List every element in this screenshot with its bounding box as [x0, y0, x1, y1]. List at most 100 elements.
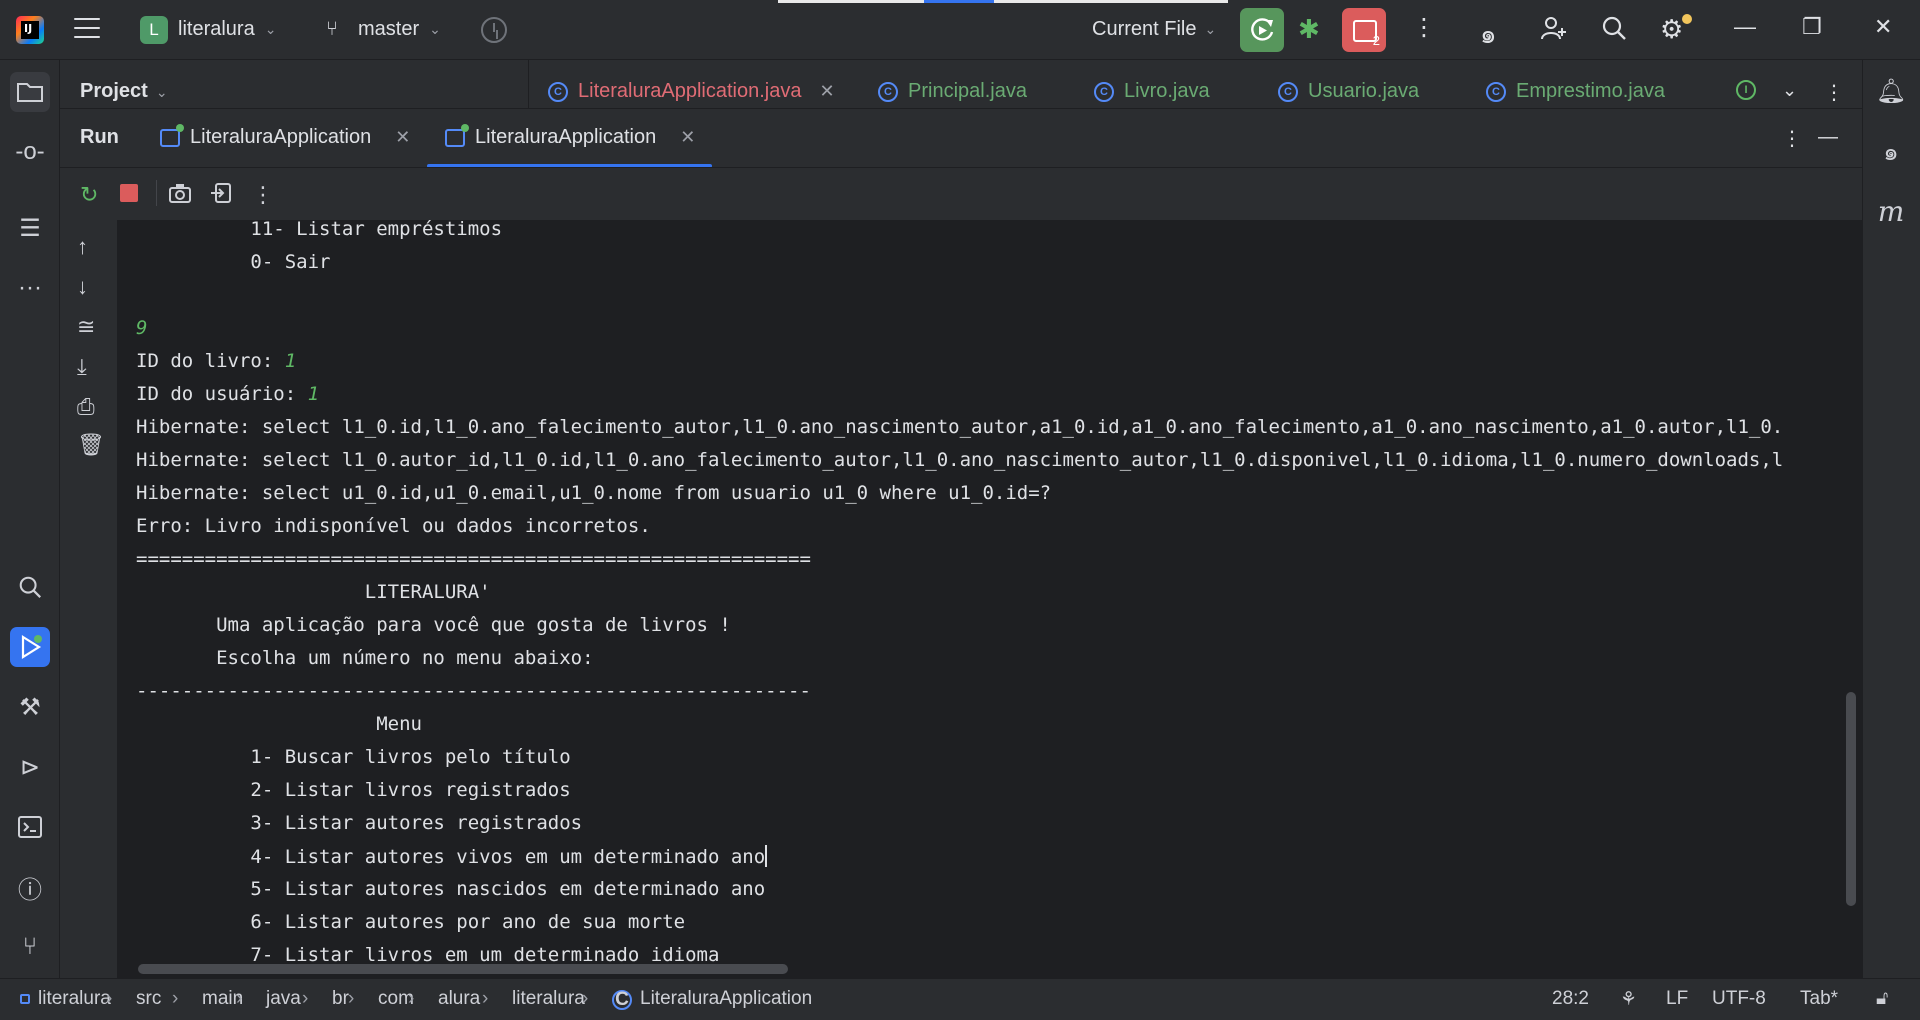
title-bar [0, 0, 1920, 60]
line-ending[interactable]: LF [1666, 988, 1688, 1010]
editor-tab[interactable]: C Livro.java [1094, 80, 1210, 103]
project-folder-icon[interactable] [10, 72, 50, 112]
class-icon: C [1278, 81, 1298, 102]
toolbar-divider [156, 180, 157, 206]
caret-position[interactable]: 28:2 [1552, 988, 1589, 1010]
services-icon[interactable]: ⊳ [10, 747, 50, 787]
add-user-icon[interactable] [1540, 14, 1568, 49]
indexing-tree-icon[interactable]: ⚘ [1620, 988, 1637, 1011]
breadcrumb-item[interactable]: LiteraluraApplication [640, 988, 812, 1010]
breadcrumb-item[interactable]: literalura [512, 988, 585, 1010]
console-text: Erro: Livro indisponível ou dados incorr… [136, 515, 651, 537]
problems-icon[interactable]: ⓘ [10, 867, 50, 907]
recent-history-icon[interactable] [481, 17, 507, 43]
stop-icon[interactable] [120, 184, 138, 202]
project-badge[interactable]: L [140, 16, 168, 44]
arrow-down-icon[interactable]: ↓ [77, 274, 88, 300]
stop-button[interactable]: 2 [1342, 8, 1386, 52]
indent-setting[interactable]: Tab* [1800, 988, 1838, 1010]
snapshot-icon [169, 184, 191, 203]
console-text: ID do livro: [136, 350, 285, 372]
build-hammer-icon[interactable]: ⚒ [10, 687, 50, 727]
run-tab[interactable]: LiteraluraApplication ✕ [160, 123, 410, 149]
vertical-scrollbar[interactable] [1846, 692, 1856, 906]
breadcrumb-item[interactable]: java [266, 988, 301, 1010]
breadcrumb-item[interactable]: literalura [38, 988, 111, 1010]
window-top-strip [778, 0, 1228, 3]
rerun-icon[interactable]: ↻ [80, 182, 98, 208]
interface-icon: I [1736, 80, 1756, 100]
chevron-down-icon: ⌄ [264, 21, 277, 37]
run-tool-icon[interactable] [10, 627, 50, 667]
console-text: Hibernate: select u1_0.id,u1_0.email,u1_… [136, 482, 1052, 504]
close-icon[interactable]: ✕ [395, 127, 410, 148]
chevron-down-icon: ⌄ [429, 21, 441, 37]
class-icon: C [612, 989, 632, 1010]
notifications-bell-icon[interactable]: 🔔︎ [1872, 72, 1910, 110]
console-line: Escolha um número no menu abaixo: [136, 647, 594, 669]
console-line: 6- Listar autores por ano de sua morte [136, 911, 685, 933]
structure-icon[interactable]: ☰ [10, 208, 50, 248]
run-configuration-selector[interactable]: Current File ⌄ [1092, 18, 1216, 41]
console-line: 9 [136, 317, 147, 339]
scroll-to-end-icon[interactable]: ⤓ [77, 354, 87, 380]
close-window-button[interactable]: ✕ [1874, 14, 1892, 40]
chevron-right-icon: › [106, 988, 113, 1009]
interface-tab-icon[interactable]: I [1736, 80, 1756, 100]
intellij-logo-icon[interactable]: IJ [16, 16, 44, 44]
magnifier-icon [19, 576, 42, 599]
project-switcher[interactable]: literalura ⌄ [178, 18, 276, 41]
console-more-icon[interactable]: ⋮ [252, 182, 274, 208]
close-icon[interactable]: ✕ [819, 81, 834, 102]
horizontal-scrollbar[interactable] [138, 964, 788, 974]
debug-icon[interactable]: ✱ [1298, 14, 1320, 45]
exit-icon[interactable] [210, 182, 232, 210]
print-icon[interactable]: ⎙ [77, 394, 95, 420]
breadcrumb-item[interactable]: alura [438, 988, 480, 1010]
breadcrumb-item[interactable]: src [136, 988, 161, 1010]
run-tab-active[interactable]: LiteraluraApplication ✕ [445, 123, 695, 149]
project-panel-title[interactable]: Project ⌄ [80, 80, 168, 103]
search-everywhere-icon[interactable] [10, 567, 50, 607]
soft-wrap-icon[interactable]: ≅ [77, 314, 95, 340]
close-icon[interactable]: ✕ [680, 127, 695, 148]
tabs-overflow-chevron-icon[interactable]: ⌄ [1782, 80, 1797, 101]
commit-icon[interactable]: -o- [10, 132, 50, 172]
run-panel-minimize-icon[interactable]: — [1818, 126, 1838, 149]
trash-icon[interactable]: 🗑︎ [77, 432, 105, 458]
editor-tab[interactable]: C Usuario.java [1278, 80, 1419, 103]
maven-icon[interactable]: m [1872, 192, 1910, 230]
minimize-window-button[interactable]: — [1734, 14, 1756, 40]
editor-tab[interactable]: C LiteraluraApplication.java ✕ [548, 80, 835, 103]
run-panel-title: Run [80, 126, 119, 148]
run-panel-more-icon[interactable]: ⋮ [1782, 126, 1802, 151]
ai-assistant-icon[interactable]: ๑ [1480, 14, 1497, 55]
main-menu-icon[interactable] [74, 18, 100, 40]
file-encoding[interactable]: UTF-8 [1712, 988, 1766, 1010]
text-caret [765, 845, 768, 867]
console-text: Hibernate: select l1_0.autor_id,l1_0.id,… [136, 449, 1784, 471]
magnifier-icon [1602, 16, 1626, 40]
module-icon [20, 994, 30, 1004]
editor-tab[interactable]: C Emprestimo.java [1486, 80, 1665, 103]
search-icon[interactable] [1600, 14, 1628, 49]
tabs-more-icon[interactable]: ⋮ [1824, 80, 1844, 105]
console-text: LITERALURA' [136, 581, 491, 603]
more-tools-icon[interactable]: ··· [10, 268, 50, 308]
editor-tab[interactable]: C Principal.java [878, 80, 1027, 103]
chevron-right-icon: › [302, 988, 309, 1009]
ai-assistant-icon[interactable]: ๑ [1872, 132, 1910, 170]
arrow-up-icon[interactable]: ↑ [77, 234, 88, 260]
more-actions-icon[interactable]: ⋮ [1412, 16, 1436, 40]
branch-switcher[interactable]: master ⌄ [358, 18, 441, 41]
camera-icon[interactable] [168, 182, 192, 210]
git-icon[interactable]: ⑂ [10, 927, 50, 967]
console-text: ID do usuário: [136, 383, 308, 405]
restore-window-button[interactable]: ❐ [1802, 14, 1822, 40]
rerun-button[interactable] [1240, 8, 1284, 52]
breadcrumb-item[interactable]: br [332, 988, 349, 1010]
terminal-icon[interactable] [10, 807, 50, 847]
console-text: 2- Listar livros registrados [136, 779, 571, 801]
read-only-lock-icon[interactable]: 🔓︎ [1876, 988, 1888, 1010]
settings-gear-icon[interactable]: ⚙ [1660, 14, 1692, 45]
